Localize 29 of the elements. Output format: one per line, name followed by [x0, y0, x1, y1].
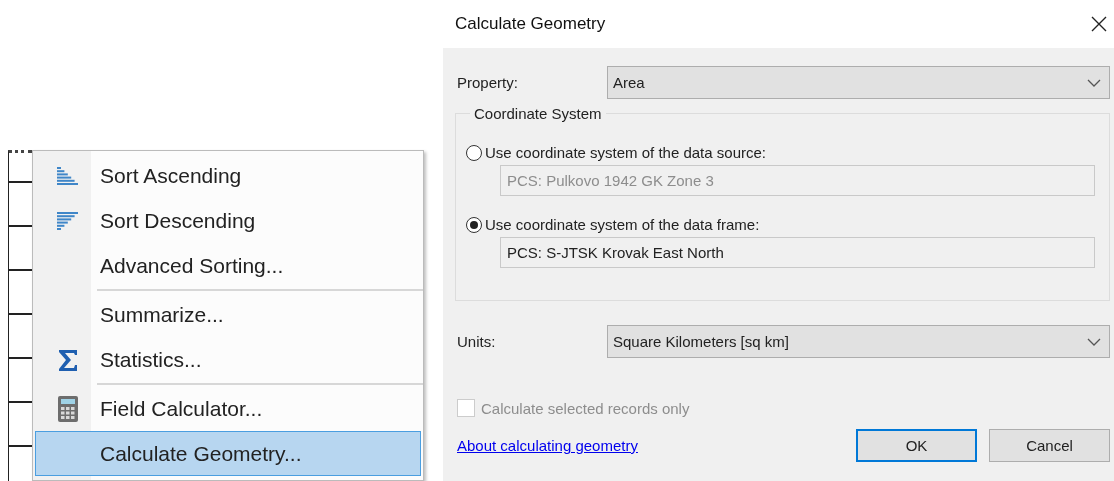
- radio-label[interactable]: Use coordinate system of the data source:: [485, 144, 766, 161]
- calculator-icon: [56, 394, 80, 423]
- menu-item[interactable]: Field Calculator...: [35, 386, 421, 431]
- help-link[interactable]: About calculating geometry: [457, 437, 638, 454]
- field-label: Property:: [457, 74, 519, 91]
- dialog-title: Calculate Geometry: [455, 14, 606, 34]
- group-title: Coordinate System: [470, 105, 606, 122]
- combo-value: Square Kilometers [sq km]: [613, 333, 789, 350]
- radio-button[interactable]: [466, 216, 482, 233]
- property-dropdown[interactable]: Area: [607, 66, 1110, 99]
- menu-item[interactable]: Advanced Sorting...: [35, 243, 421, 288]
- combo-value: Area: [613, 74, 645, 91]
- menu-item[interactable]: Sort Descending: [35, 198, 421, 243]
- menu-item[interactable]: Statistics...: [35, 337, 421, 382]
- menu-item[interactable]: Summarize...: [35, 292, 421, 337]
- cancel-button[interactable]: Cancel: [989, 429, 1110, 462]
- menu-item[interactable]: Calculate Geometry...: [35, 431, 421, 476]
- units-dropdown[interactable]: Square Kilometers [sq km]: [607, 325, 1110, 358]
- chevron-down-icon: [1087, 78, 1101, 87]
- sort-ascending-icon: [55, 164, 81, 187]
- radio-label[interactable]: Use coordinate system of the data frame:: [485, 216, 760, 233]
- menu-item[interactable]: Sort Ascending: [35, 153, 421, 198]
- radio-button[interactable]: [466, 144, 482, 161]
- chevron-down-icon: [1087, 337, 1101, 346]
- close-icon: [1090, 15, 1108, 33]
- ok-button[interactable]: OK: [856, 429, 977, 462]
- text-field[interactable]: PCS: S-JTSK Krovak East North: [500, 237, 1095, 268]
- sort-descending-icon: [55, 209, 81, 232]
- field-label: Units:: [457, 333, 497, 350]
